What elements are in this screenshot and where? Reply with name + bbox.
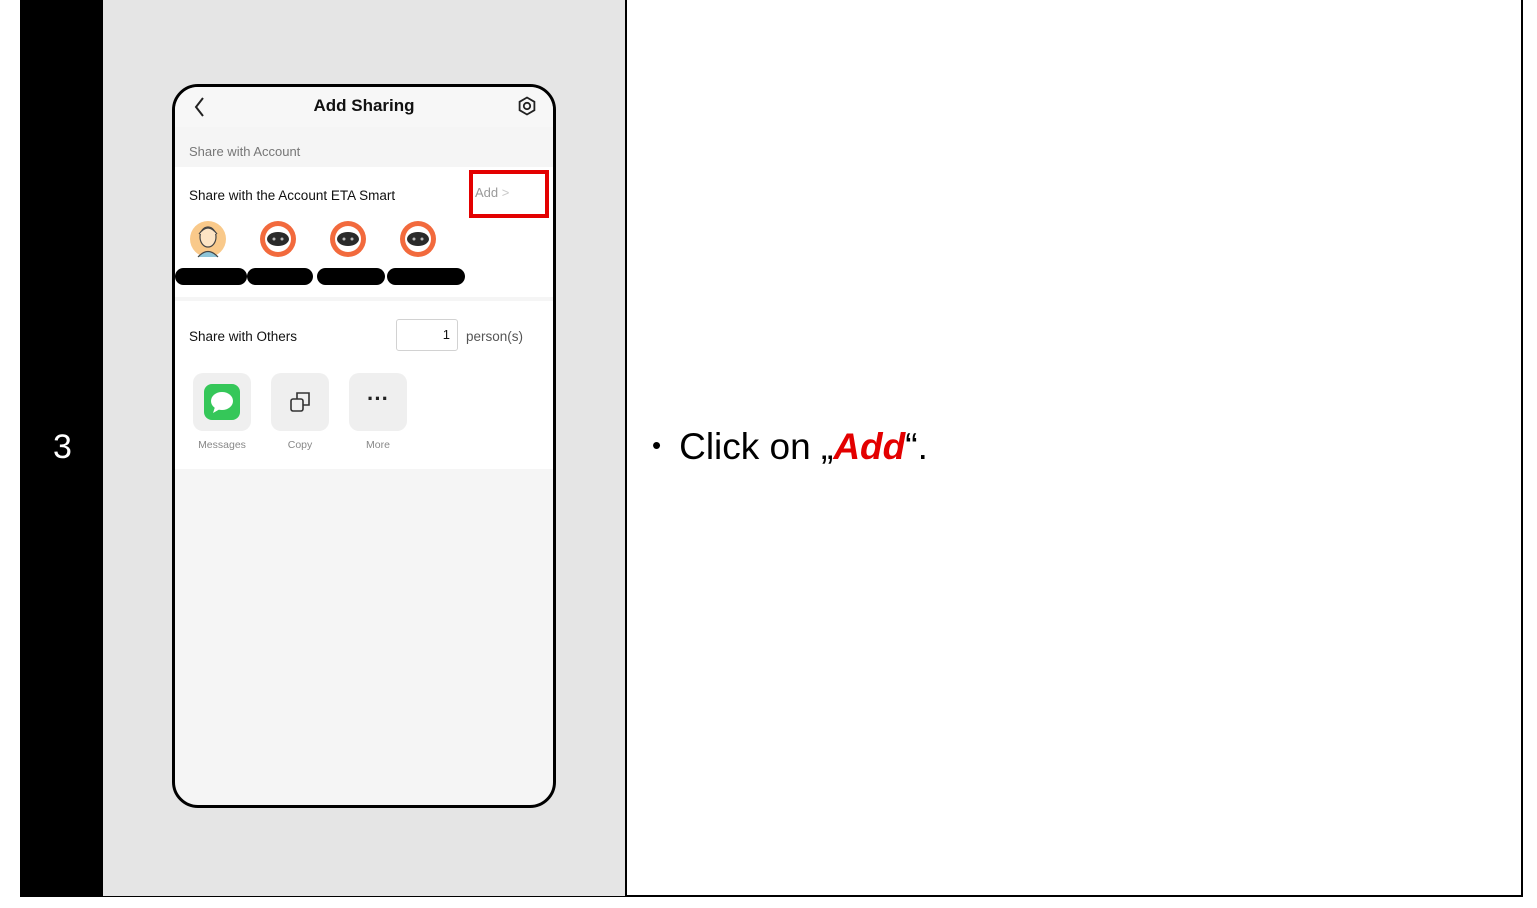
instruction-prefix: Click on „ [679,426,834,467]
robot-avatar-icon[interactable] [329,220,367,258]
message-bubble-icon [204,384,240,420]
add-highlight-box [469,170,549,218]
share-account-row-label: Share with the Account ETA Smart [189,188,396,203]
more-share-button[interactable]: ··· [349,373,407,431]
share-option-label: Copy [287,439,313,451]
messages-share-button[interactable] [193,373,251,431]
column-divider [625,0,627,896]
page-title: Add Sharing [313,96,415,115]
share-option-label: Messages [198,439,246,451]
user-avatar-icon[interactable] [189,220,227,258]
instruction-text: • Click on „Add“. [652,426,928,468]
redacted-name [387,268,465,285]
share-others-label: Share with Others [189,329,298,344]
redacted-name [175,268,247,285]
more-dots-icon: ··· [367,386,389,411]
robot-avatar-icon[interactable] [399,220,437,258]
phone-screenshot: Add Sharing Share with Account Share wit… [172,84,556,808]
share-with-others-card: Share with Others 1 person(s) ··· Messag… [175,301,553,469]
top-nav-bar: Add Sharing [175,87,553,127]
share-with-account-section-label: Share with Account [189,144,301,159]
copy-share-button[interactable] [271,373,329,431]
copy-icon [290,392,310,412]
redacted-name [247,268,313,285]
robot-avatar-icon[interactable] [259,220,297,258]
settings-icon[interactable] [517,96,537,116]
redacted-name [317,268,385,285]
step-number-column: 3 [22,0,103,896]
bullet-point: • [652,430,662,460]
step-number: 3 [53,428,72,466]
person-count-suffix: person(s) [466,329,524,344]
person-count-input[interactable]: 1 [396,319,458,351]
instruction-keyword: Add [833,426,906,467]
instruction-suffix: “. [905,426,928,467]
share-option-label: More [366,439,390,451]
